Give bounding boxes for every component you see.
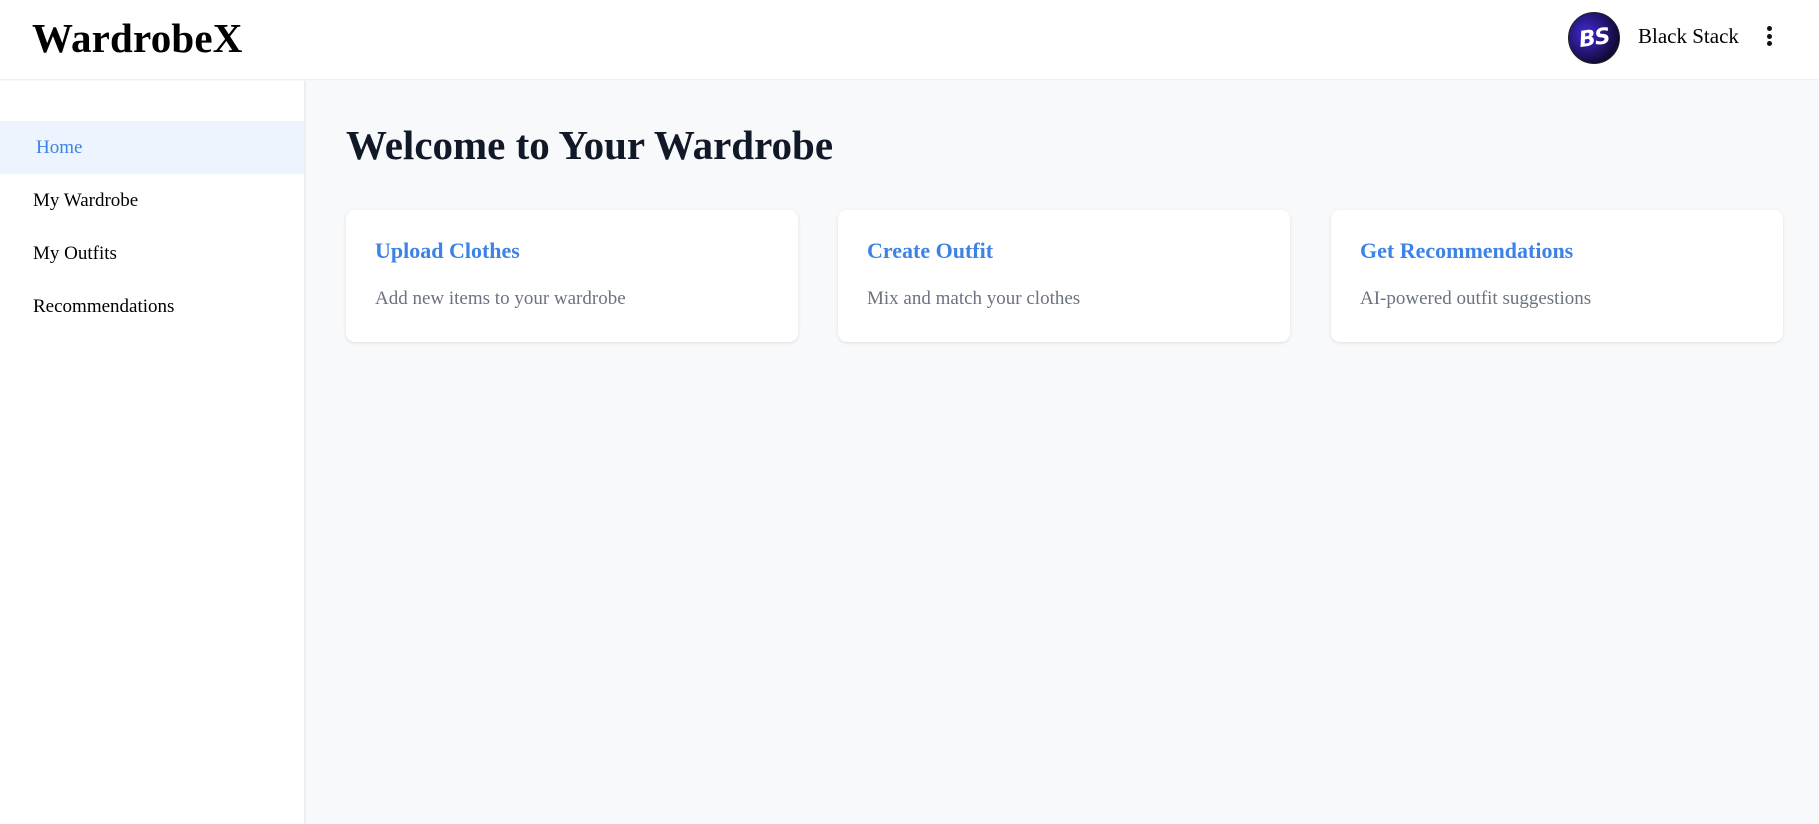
kebab-dot <box>1766 33 1772 39</box>
card-description: Mix and match your clothes <box>867 288 1081 309</box>
sidebar-item-recommendations[interactable]: Recommendations <box>0 280 304 333</box>
kebab-dot <box>1766 41 1772 46</box>
kebab-dot <box>1766 26 1772 31</box>
sidebar-item-home[interactable]: Home <box>0 121 304 174</box>
sidebar-item-my-wardrobe[interactable]: My Wardrobe <box>0 174 304 227</box>
sidebar: Home My Wardrobe My Outfits Recommendati… <box>0 81 306 824</box>
main-content: Welcome to Your Wardrobe Upload Clothes … <box>346 81 1786 824</box>
top-bar: WardrobeX BS Black Stack <box>0 0 1819 80</box>
user-avatar[interactable]: BS <box>1568 12 1620 64</box>
user-name: Black Stack <box>1638 24 1739 48</box>
avatar-initials: BS <box>1577 23 1611 53</box>
card-title: Get Recommendations <box>1360 238 1574 263</box>
card-title: Create Outfit <box>867 238 994 263</box>
card-title: Upload Clothes <box>375 238 520 263</box>
card-description: Add new items to your wardrobe <box>375 288 626 309</box>
upload-clothes-card[interactable]: Upload Clothes Add new items to your war… <box>346 210 798 342</box>
page-title: Welcome to Your Wardrobe <box>346 122 834 168</box>
create-outfit-card[interactable]: Create Outfit Mix and match your clothes <box>838 210 1290 342</box>
card-description: AI-powered outfit suggestions <box>1360 288 1592 309</box>
app-logo[interactable]: WardrobeX <box>32 14 243 62</box>
more-vertical-icon[interactable] <box>1762 22 1776 50</box>
sidebar-item-my-outfits[interactable]: My Outfits <box>0 227 304 280</box>
get-recommendations-card[interactable]: Get Recommendations AI-powered outfit su… <box>1331 210 1783 342</box>
